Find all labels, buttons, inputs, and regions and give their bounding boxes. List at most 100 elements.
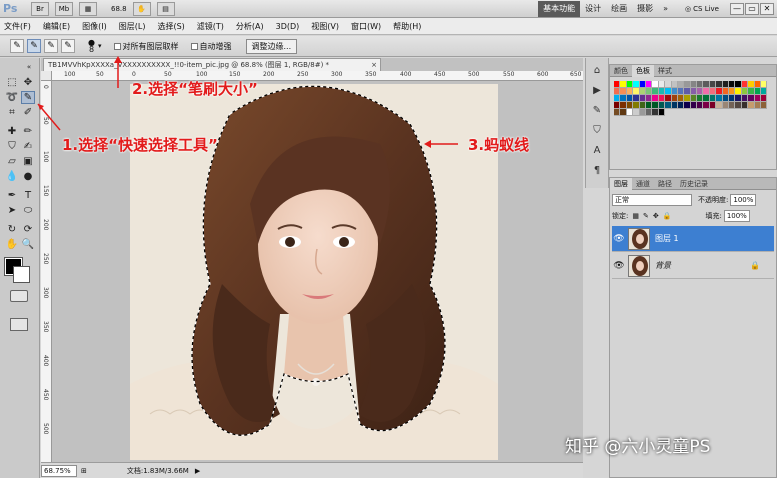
workspace-essentials[interactable]: 基本功能: [538, 0, 581, 17]
auto-enhance-checkbox[interactable]: 自动增强: [190, 41, 232, 52]
color-swatch[interactable]: [658, 109, 666, 116]
history-brush-icon[interactable]: ✍: [21, 140, 35, 153]
menu-select[interactable]: 选择(S): [157, 21, 184, 32]
tab-paths[interactable]: 路径: [654, 178, 676, 190]
lock-transparent-icon[interactable]: ▦: [632, 212, 639, 220]
color-swatch[interactable]: [760, 81, 768, 88]
tab-layers[interactable]: 图层: [610, 178, 632, 190]
actions-panel-icon[interactable]: ▶: [589, 83, 605, 98]
menu-edit[interactable]: 编辑(E): [43, 21, 70, 32]
blend-mode-select[interactable]: 正常: [612, 194, 692, 206]
clone-source-icon[interactable]: ⛉: [589, 123, 605, 138]
menu-file[interactable]: 文件(F): [4, 21, 31, 32]
hand-tool-icon[interactable]: ✋: [5, 238, 19, 251]
subtract-from-selection-mode[interactable]: ✎: [61, 39, 75, 53]
workspace-more-button[interactable]: »: [658, 1, 673, 17]
close-button[interactable]: ✕: [760, 2, 774, 15]
arrange-documents-button[interactable]: ▤: [156, 1, 175, 16]
background-color-swatch[interactable]: [13, 266, 30, 283]
workspace-painting[interactable]: 绘画: [606, 1, 632, 17]
marquee-tool-icon[interactable]: ⬚: [5, 76, 19, 89]
3d-rotate-icon[interactable]: ↻: [5, 223, 19, 236]
eye-icon[interactable]: 👁: [612, 261, 626, 271]
menu-layer[interactable]: 图层(L): [119, 21, 146, 32]
minimize-button[interactable]: —: [730, 2, 744, 15]
workspace-photography[interactable]: 摄影: [632, 1, 658, 17]
sample-all-layers-checkbox[interactable]: 对所有图层取样: [113, 41, 179, 52]
history-panel-icon[interactable]: ⌂: [589, 63, 605, 78]
mini-bridge-button[interactable]: Mb: [55, 1, 73, 16]
close-icon[interactable]: ×: [371, 61, 377, 69]
brush-tool-icon[interactable]: ✏: [21, 125, 35, 138]
brush-size-picker[interactable]: ● 8: [88, 39, 95, 54]
menu-3d[interactable]: 3D(D): [276, 22, 300, 31]
blur-tool-icon[interactable]: 💧: [5, 170, 19, 183]
screen-mode-button[interactable]: [10, 318, 28, 331]
path-selection-icon[interactable]: ➤: [5, 204, 19, 217]
tab-color[interactable]: 颜色: [610, 65, 632, 77]
eye-icon[interactable]: 👁: [612, 234, 626, 244]
layer-name[interactable]: 背景: [655, 260, 671, 271]
menu-analysis[interactable]: 分析(A): [236, 21, 264, 32]
quick-mask-button[interactable]: [10, 290, 28, 302]
menu-filter[interactable]: 滤镜(T): [197, 21, 224, 32]
clone-stamp-icon[interactable]: ⛉: [5, 140, 19, 153]
brush-panel-icon[interactable]: ✎: [589, 103, 605, 118]
menu-image[interactable]: 图像(I): [82, 21, 107, 32]
lasso-tool-icon[interactable]: ➰: [5, 91, 19, 104]
menu-window[interactable]: 窗口(W): [351, 21, 381, 32]
pen-tool-icon[interactable]: ✒: [5, 189, 19, 202]
character-panel-icon[interactable]: A: [589, 143, 605, 158]
tab-styles[interactable]: 样式: [654, 65, 676, 77]
healing-brush-icon[interactable]: ✚: [5, 125, 19, 138]
tab-channels[interactable]: 通道: [632, 178, 654, 190]
3d-orbit-icon[interactable]: ⟳: [21, 223, 35, 236]
layer-row-background[interactable]: 👁 背景 🔒: [612, 253, 774, 279]
eraser-tool-icon[interactable]: ▱: [5, 155, 19, 168]
color-swatch[interactable]: [760, 88, 768, 95]
color-swatch[interactable]: [760, 95, 768, 102]
status-arrow-icon[interactable]: ▶: [195, 467, 200, 475]
eyedropper-tool-icon[interactable]: ✐: [21, 106, 35, 119]
restore-button[interactable]: ▭: [745, 2, 759, 15]
type-tool-icon[interactable]: T: [21, 189, 35, 202]
fill-field[interactable]: 100%: [723, 210, 750, 222]
paragraph-panel-icon[interactable]: ¶: [589, 163, 605, 178]
move-tool-icon[interactable]: ✥: [21, 76, 35, 89]
view-extras-button[interactable]: ▦: [79, 1, 97, 16]
application-bar: Ps Br Mb ▦ 68.8 ✋ ▤ 基本功能 设计 绘画 摄影 » ◎ CS…: [0, 0, 777, 18]
lock-image-icon[interactable]: ✎: [643, 212, 649, 220]
tab-swatches[interactable]: 色板: [632, 65, 654, 77]
chevron-down-icon[interactable]: ▾: [98, 42, 102, 50]
crop-tool-icon[interactable]: ⌗: [5, 106, 19, 119]
layer-row-layer1[interactable]: 👁 图层 1: [612, 226, 774, 252]
gradient-tool-icon[interactable]: ▣: [21, 155, 35, 168]
tab-history[interactable]: 历史记录: [676, 178, 712, 190]
zoom-level[interactable]: 68.8: [111, 5, 127, 13]
menu-help[interactable]: 帮助(H): [393, 21, 421, 32]
workspace-design[interactable]: 设计: [580, 1, 606, 17]
document-size-info[interactable]: 文档:1.83M/3.66M: [127, 466, 189, 476]
dodge-tool-icon[interactable]: ●: [21, 170, 35, 183]
lock-position-icon[interactable]: ✥: [653, 212, 659, 220]
vertical-ruler[interactable]: 0 50 100 150 200 250 300 350 400 450 500: [41, 81, 52, 462]
lock-all-icon[interactable]: 🔒: [663, 212, 672, 220]
refine-edge-button[interactable]: 调整边缘...: [245, 38, 298, 54]
new-selection-mode[interactable]: ✎: [27, 39, 41, 53]
hand-tool-button[interactable]: ✋: [132, 1, 151, 16]
zoom-tool-icon[interactable]: 🔍: [21, 238, 35, 251]
quick-selection-tool-icon[interactable]: ✎: [21, 91, 35, 104]
collapse-panel-icon[interactable]: «: [22, 60, 36, 73]
ruler-origin[interactable]: [41, 71, 52, 81]
cs-live-button[interactable]: ◎ CS Live: [685, 5, 719, 13]
bridge-button[interactable]: Br: [31, 1, 49, 16]
shape-tool-icon[interactable]: ⬭: [21, 204, 35, 217]
color-swatch[interactable]: [760, 102, 768, 109]
status-zoom-field[interactable]: 68.75%: [41, 464, 77, 477]
tool-preset-picker[interactable]: ✎: [10, 39, 24, 53]
opacity-field[interactable]: 100%: [730, 194, 757, 206]
layer-name[interactable]: 图层 1: [655, 233, 679, 244]
add-to-selection-mode[interactable]: ✎: [44, 39, 58, 53]
menu-view[interactable]: 视图(V): [311, 21, 339, 32]
document-tab[interactable]: TB1MVVhKpXXXXa_VXXXXXXXXXX_!!0-item_pic.…: [43, 58, 381, 71]
